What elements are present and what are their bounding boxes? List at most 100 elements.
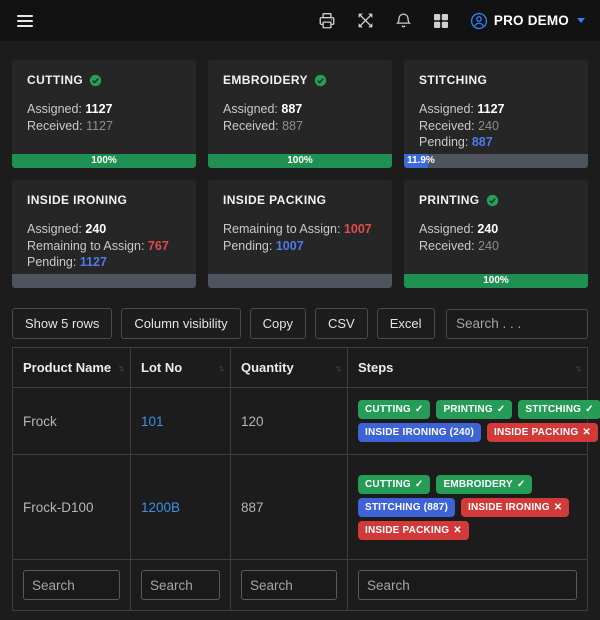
user-avatar-icon xyxy=(470,12,487,29)
cross-mark: ✕ xyxy=(553,501,563,513)
card-inside-packing: INSIDE PACKING Remaining to Assign: 1007… xyxy=(208,180,392,288)
production-table: Product Name ↑↓ Lot No ↑↓ Quantity ↑↓ Steps… xyxy=(12,347,600,611)
step-badge[interactable]: INSIDE IRONING (240) xyxy=(358,423,482,442)
card-title: INSIDE IRONING xyxy=(27,193,128,207)
topbar: PRO DEMO xyxy=(0,0,600,41)
card-stat: Assigned: 240 xyxy=(419,222,499,236)
copy-button[interactable]: Copy xyxy=(249,308,306,339)
product-name-cell: Frock-D100 xyxy=(12,454,131,560)
card-stat: Received: 240 xyxy=(419,118,499,133)
product-name-cell: Frock xyxy=(12,387,131,455)
step-badge[interactable]: INSIDE PACKING ✕ xyxy=(487,423,598,442)
check-circle-icon xyxy=(314,74,327,86)
progress-label: 100% xyxy=(91,155,117,166)
table-toolbar: Show 5 rows Column visibility Copy CSV E… xyxy=(12,308,588,339)
card-stitching: STITCHING Assigned: 1127 Received: 240 P… xyxy=(404,60,588,168)
step-badge[interactable]: PRINTING ✓ xyxy=(436,400,513,419)
product-name-search-input[interactable] xyxy=(23,570,120,600)
card-stat: Assigned: 887 xyxy=(223,102,303,116)
step-badge[interactable]: CUTTING ✓ xyxy=(358,474,431,494)
quantity-search-input[interactable] xyxy=(241,570,337,600)
card-stat: Remaining to Assign: 1007 xyxy=(223,222,372,236)
sort-icon: ↑↓ xyxy=(575,362,582,373)
table-row: Frock 101 120 CUTTING ✓ PRINTING ✓ STITCHI… xyxy=(12,387,600,455)
hamburger-menu-icon[interactable] xyxy=(15,11,35,31)
step-badge[interactable]: STITCHING ✓ xyxy=(518,400,600,419)
lot-link[interactable]: 1200B xyxy=(141,500,180,515)
card-title: STITCHING xyxy=(419,73,488,87)
apps-grid-icon[interactable] xyxy=(433,13,449,29)
progress-bar xyxy=(12,274,196,288)
progress-bar: 100% xyxy=(12,154,196,168)
table-row: Frock-D100 1200B 887 CUTTING ✓ EMBROIDERY… xyxy=(12,454,588,560)
progress-bar xyxy=(208,274,392,288)
step-badge[interactable]: CUTTING ✓ xyxy=(358,400,431,419)
progress-label: 100% xyxy=(287,155,313,166)
column-search-row xyxy=(12,559,588,611)
step-badge[interactable]: INSIDE PACKING ✕ xyxy=(358,520,469,540)
card-stat: Received: 240 xyxy=(419,238,499,253)
check-mark: ✓ xyxy=(516,478,526,490)
card-inside-ironing: INSIDE IRONING Assigned: 240 Remaining t… xyxy=(12,180,196,288)
lot-no-cell: 101 xyxy=(130,387,231,455)
card-stat: Pending: 1007 xyxy=(223,238,304,253)
step-badge[interactable]: STITCHING (887) xyxy=(358,497,456,517)
card-stat: Assigned: 1127 xyxy=(27,102,113,116)
column-header-steps[interactable]: Steps ↑↓ xyxy=(347,347,588,388)
cross-mark: ✕ xyxy=(453,524,462,536)
steps-search-input[interactable] xyxy=(358,570,577,600)
steps-cell: CUTTING ✓ PRINTING ✓ STITCHING ✓ INSIDE IRO… xyxy=(347,387,600,455)
column-visibility-button[interactable]: Column visibility xyxy=(121,308,241,339)
progress-label: 100% xyxy=(483,275,509,286)
card-stat: Pending: 887 xyxy=(419,135,493,149)
user-name: PRO DEMO xyxy=(493,13,569,28)
notifications-bell-icon[interactable] xyxy=(395,12,412,29)
progress-bar: 100% xyxy=(404,274,588,288)
card-stat: Assigned: 240 xyxy=(27,222,107,236)
column-header-product-name[interactable]: Product Name ↑↓ xyxy=(12,347,131,388)
step-badge[interactable]: INSIDE IRONING ✕ xyxy=(461,497,570,517)
check-mark: ✓ xyxy=(585,404,594,415)
card-title: PRINTING xyxy=(419,193,480,207)
check-mark: ✓ xyxy=(496,404,506,415)
excel-button[interactable]: Excel xyxy=(376,308,435,339)
card-title: EMBROIDERY xyxy=(223,73,308,87)
user-menu[interactable]: PRO DEMO xyxy=(470,12,585,30)
card-stat: Received: 887 xyxy=(223,118,303,133)
lot-no-search-input[interactable] xyxy=(141,570,220,600)
cross-mark: ✕ xyxy=(582,427,591,438)
card-printing: PRINTING Assigned: 240 Received: 240 100… xyxy=(404,180,588,288)
fullscreen-icon[interactable] xyxy=(357,12,374,29)
column-header-lot-no[interactable]: Lot No ↑↓ xyxy=(130,347,231,388)
card-stat: Assigned: 1127 xyxy=(419,102,505,116)
print-icon[interactable] xyxy=(318,12,336,30)
lot-no-cell: 1200B xyxy=(130,454,231,560)
card-stat: Pending: 1127 xyxy=(27,255,107,269)
step-badge[interactable]: EMBROIDERY ✓ xyxy=(436,474,533,494)
check-mark: ✓ xyxy=(414,478,424,490)
chevron-down-icon xyxy=(577,18,585,23)
quantity-cell: 887 xyxy=(230,454,348,560)
card-title: CUTTING xyxy=(27,73,84,87)
progress-bar: 11.9% xyxy=(404,154,588,168)
sort-icon: ↑↓ xyxy=(335,362,342,373)
sort-icon: ↑↓ xyxy=(118,362,125,373)
progress-label: 11.9% xyxy=(407,155,435,166)
card-cutting: CUTTING Assigned: 1127 Received: 1127 10… xyxy=(12,60,196,168)
lot-link[interactable]: 101 xyxy=(141,414,164,429)
table-search-input[interactable] xyxy=(446,308,588,339)
check-mark: ✓ xyxy=(414,404,424,415)
quantity-cell: 120 xyxy=(230,387,348,455)
check-circle-icon xyxy=(89,74,102,86)
card-embroidery: EMBROIDERY Assigned: 887 Received: 887 1… xyxy=(208,60,392,168)
show-rows-button[interactable]: Show 5 rows xyxy=(12,308,113,339)
status-cards-grid: CUTTING Assigned: 1127 Received: 1127 10… xyxy=(12,60,588,288)
card-stat: Remaining to Assign: 767 xyxy=(27,238,169,253)
csv-button[interactable]: CSV xyxy=(314,308,368,339)
card-title: INSIDE PACKING xyxy=(223,193,327,207)
card-stat: Received: 1127 xyxy=(27,118,113,133)
steps-cell: CUTTING ✓ EMBROIDERY ✓ STITCHING (887) INS… xyxy=(347,454,588,560)
column-header-quantity[interactable]: Quantity ↑↓ xyxy=(230,347,348,388)
sort-icon: ↑↓ xyxy=(218,362,225,373)
check-circle-icon xyxy=(486,194,498,206)
